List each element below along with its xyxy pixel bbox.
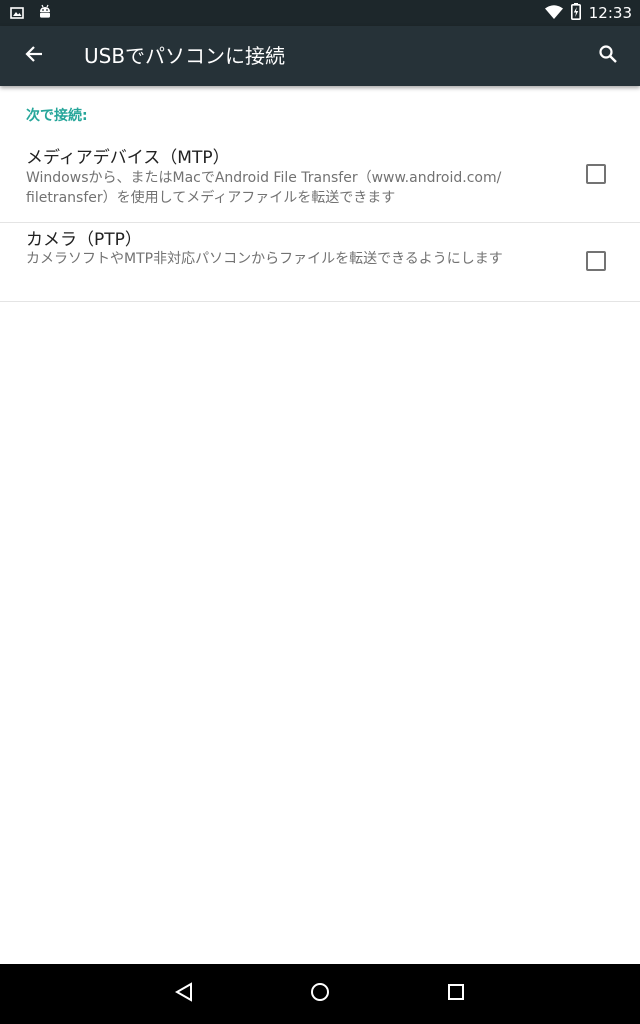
arrow-back-icon [24, 44, 44, 68]
search-icon [598, 44, 618, 68]
option-summary-line: filetransfer）を使用してメディアファイルを転送できます [26, 190, 396, 206]
nav-recents-icon [446, 982, 466, 1006]
option-mtp[interactable]: メディアデバイス（MTP） Windowsから、またはMacでAndroid F… [0, 138, 640, 223]
android-debug-icon [38, 4, 52, 24]
status-notifications [10, 4, 52, 24]
option-summary: Windowsから、またはMacでAndroid File Transfer（w… [26, 168, 546, 208]
option-summary-line: Windowsから、またはMacでAndroid File Transfer（w… [26, 170, 502, 186]
wifi-icon [544, 4, 563, 23]
page-title: USBでパソコンに接続 [84, 44, 286, 68]
nav-home-button[interactable] [300, 974, 340, 1014]
option-summary: カメラソフトやMTP非対応パソコンからファイルを転送できるようにします [26, 249, 546, 269]
option-title: メディアデバイス（MTP） [26, 148, 230, 168]
status-time: 12:33 [588, 4, 632, 22]
back-button[interactable] [14, 36, 54, 76]
status-bar: 12:33 [0, 0, 640, 26]
search-button[interactable] [588, 36, 628, 76]
section-header: 次で接続: [26, 108, 88, 124]
nav-recents-button[interactable] [436, 974, 476, 1014]
navigation-bar [0, 964, 640, 1024]
option-ptp[interactable]: カメラ（PTP） カメラソフトやMTP非対応パソコンからファイルを転送できるよう… [0, 223, 640, 302]
battery-charging-icon [570, 2, 581, 24]
option-summary-line: カメラソフトやMTP非対応パソコンからファイルを転送できるようにします [26, 251, 503, 267]
option-title: カメラ（PTP） [26, 230, 142, 250]
nav-back-icon [173, 981, 195, 1007]
screen: 12:33 USBでパソコンに接続 次で接続: メディアデバイス（MTP） Wi… [0, 0, 640, 1024]
ptp-checkbox[interactable] [586, 251, 606, 271]
nav-back-button[interactable] [164, 974, 204, 1014]
mtp-checkbox[interactable] [586, 164, 606, 184]
image-notification-icon [10, 5, 24, 24]
nav-home-icon [309, 981, 331, 1007]
toolbar: USBでパソコンに接続 [0, 26, 640, 86]
status-system: 12:33 [544, 2, 632, 24]
